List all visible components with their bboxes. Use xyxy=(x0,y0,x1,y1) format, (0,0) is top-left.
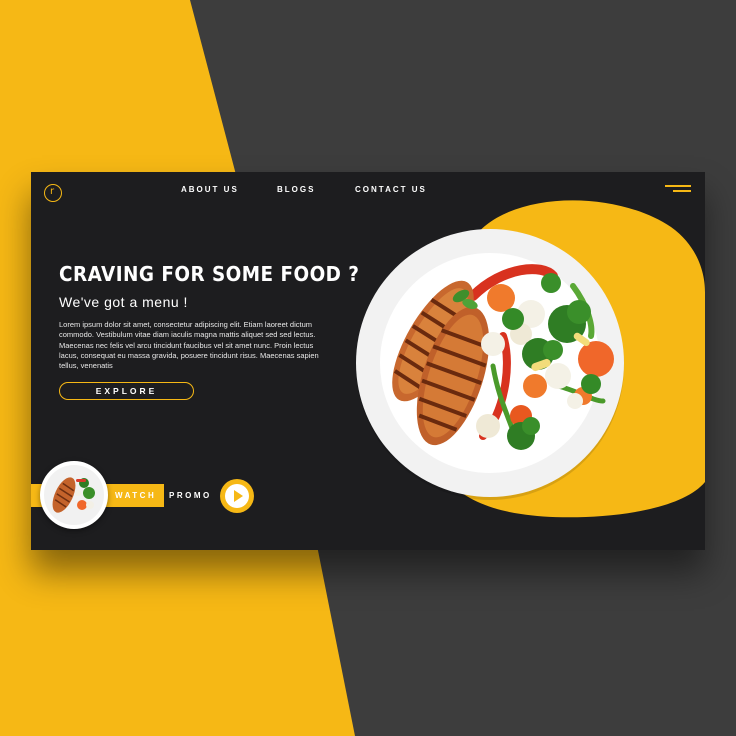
play-icon xyxy=(225,484,249,508)
nav-link-about-us[interactable]: ABOUT US xyxy=(181,185,239,194)
nav-link-blogs[interactable]: BLOGS xyxy=(277,185,315,194)
promo-label: PROMO xyxy=(169,491,212,500)
nav-link-contact-us[interactable]: CONTACT US xyxy=(355,185,427,194)
hamburger-menu-icon[interactable] xyxy=(665,185,691,193)
explore-button[interactable]: EXPLORE xyxy=(59,382,194,400)
food-plate-thumbnail-icon xyxy=(44,465,104,525)
hero-card: r ABOUT US BLOGS CONTACT US CRAVING FOR … xyxy=(31,172,705,550)
food-plate-image xyxy=(356,229,624,500)
watch-label: WATCH xyxy=(115,491,157,500)
play-button[interactable] xyxy=(220,479,254,513)
hero-subtitle: We've got a menu ! xyxy=(59,294,188,310)
hero-title: CRAVING FOR SOME FOOD ? xyxy=(59,262,360,286)
logo-glyph: r xyxy=(50,186,55,197)
logo-icon[interactable]: r xyxy=(44,184,62,202)
promo-thumbnail[interactable] xyxy=(40,461,108,529)
hero-body-text: Lorem ipsum dolor sit amet, consectetur … xyxy=(59,320,319,371)
